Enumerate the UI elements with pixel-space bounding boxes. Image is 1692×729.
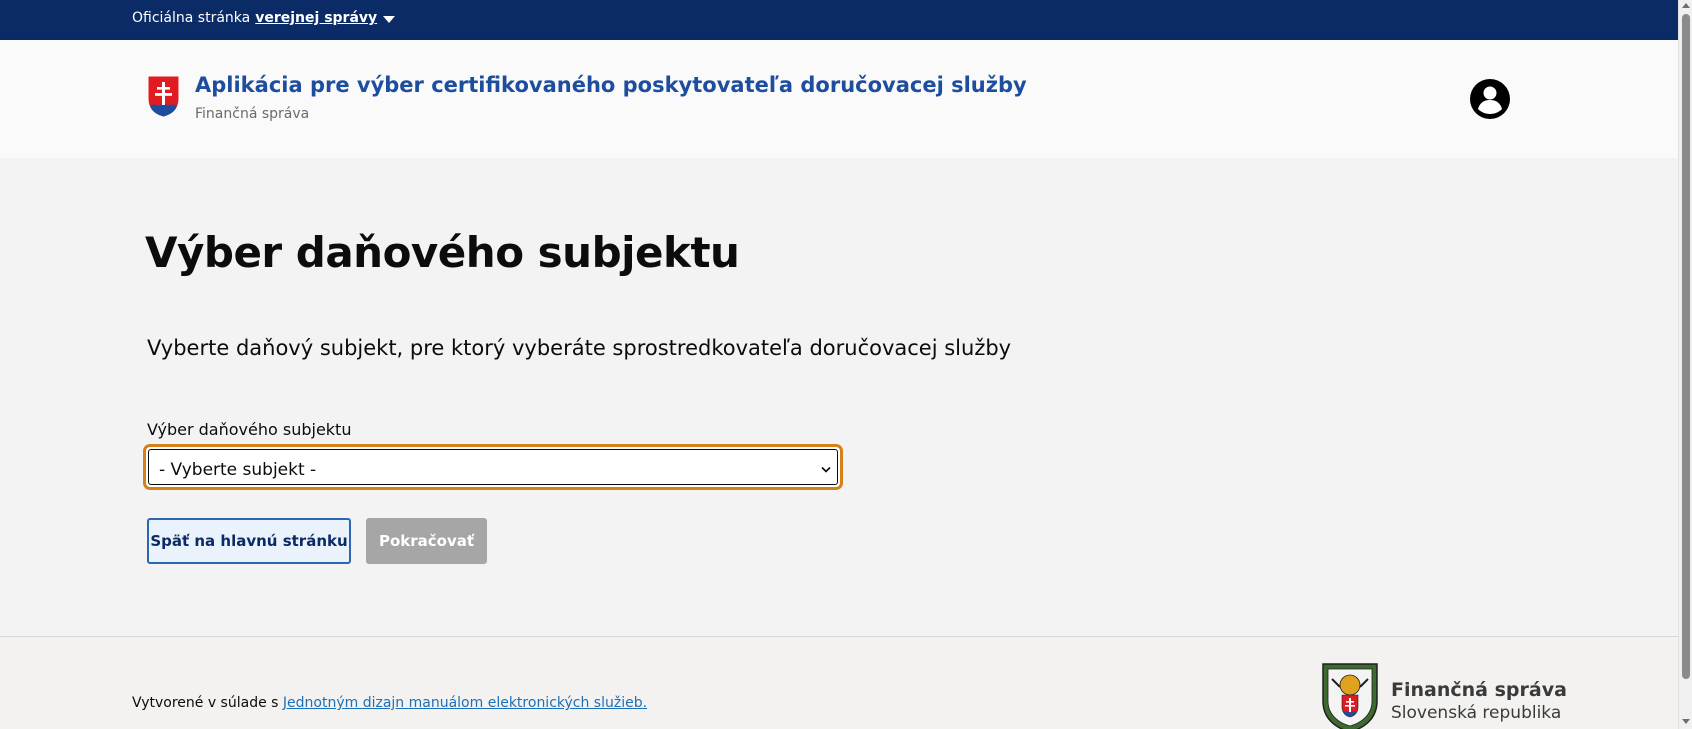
scrollbar-thumb[interactable] [1682,14,1690,679]
footer-org-country: Slovenská republika [1391,703,1562,723]
subject-select-value: - Vyberte subjekt - [159,460,317,480]
subject-select[interactable]: - Vyberte subjekt - [143,444,843,490]
subject-select-label: Výber daňového subjektu [147,420,352,439]
user-account-icon[interactable] [1469,78,1511,120]
main-content: Výber daňového subjektu Vyberte daňový s… [0,158,1678,636]
page-title: Výber daňového subjektu [145,228,740,277]
scroll-down-arrow-icon[interactable] [1682,719,1690,724]
financna-sprava-emblem-icon [1322,663,1378,729]
lead-text: Vyberte daňový subjekt, pre ktorý vyberá… [147,336,1012,360]
design-manual-link[interactable]: Jednotným dizajn manuálom elektronických… [283,695,647,711]
site-header: Aplikácia pre výber certifikovaného posk… [0,40,1678,158]
chevron-down-icon[interactable] [821,466,831,474]
slovak-coat-of-arms-icon[interactable] [147,75,180,118]
app-subtitle: Finančná správa [195,106,310,122]
gov-banner: Oficiálna stránka verejnej správy [0,0,1678,40]
gov-banner-text: Oficiálna stránka [132,10,251,26]
subject-select-box[interactable]: - Vyberte subjekt - [148,449,838,485]
back-to-home-button[interactable]: Späť na hlavnú stránku [147,518,351,564]
site-footer: Vytvorené v súlade s Jednotným dizajn ma… [0,636,1678,729]
footer-text: Vytvorené v súlade s Jednotným dizajn ma… [132,695,647,711]
page: Oficiálna stránka verejnej správy Apliká… [0,0,1692,729]
caret-down-icon[interactable] [383,15,396,23]
continue-button[interactable]: Pokračovať [366,518,487,564]
app-title[interactable]: Aplikácia pre výber certifikovaného posk… [195,73,1027,97]
gov-banner-content: Oficiálna stránka verejnej správy [132,10,396,26]
gov-banner-link[interactable]: verejnej správy [255,10,377,26]
footer-org-name: Finančná správa [1391,679,1567,701]
footer-text-prefix: Vytvorené v súlade s [132,695,279,711]
scroll-up-arrow-icon[interactable] [1682,3,1690,8]
vertical-scrollbar[interactable] [1678,0,1692,729]
